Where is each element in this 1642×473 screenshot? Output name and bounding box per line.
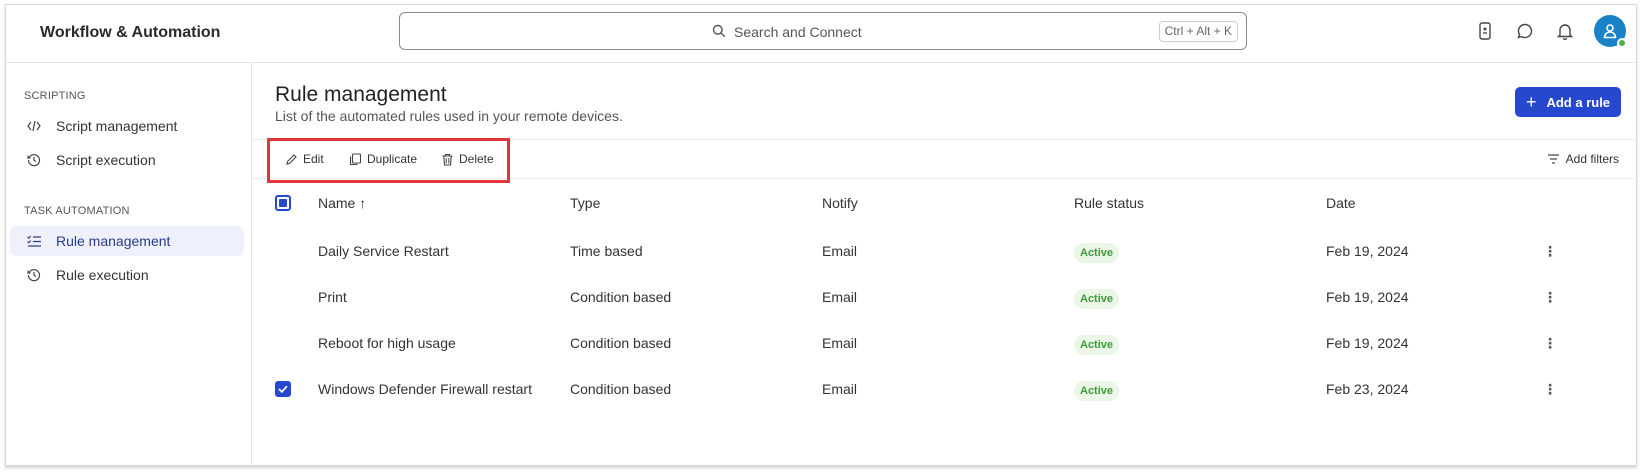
edit-label: Edit — [303, 152, 324, 166]
sidebar-item-rule-execution[interactable]: Rule execution — [10, 260, 244, 290]
delete-label: Delete — [459, 152, 494, 166]
chat-icon[interactable] — [1514, 20, 1536, 42]
column-header-type[interactable]: Type — [570, 195, 600, 211]
rule-notify: Email — [822, 381, 858, 397]
sidebar-item-rule-management[interactable]: Rule management — [10, 226, 244, 256]
status-column: Active — [1074, 289, 1120, 309]
sidebar-item-script-management[interactable]: Script management — [10, 111, 244, 141]
trash-icon — [441, 153, 454, 166]
search-shortcut: Ctrl + Alt + K — [1158, 21, 1238, 42]
row-more-icon[interactable]: ⋮ — [1543, 335, 1557, 351]
duplicate-label: Duplicate — [367, 152, 418, 166]
rule-name: Daily Service Restart — [318, 243, 449, 259]
status-badge: Active — [1074, 335, 1120, 355]
add-filters-button[interactable]: Add filters — [1547, 152, 1619, 166]
device-icon[interactable] — [1474, 20, 1496, 42]
app-window: Workflow & Automation Search and Connect… — [5, 4, 1637, 466]
sidebar-item-label: Script management — [56, 118, 178, 134]
online-status-dot — [1617, 38, 1627, 48]
status-column: Active — [1074, 335, 1120, 355]
row-more-icon[interactable]: ⋮ — [1543, 243, 1557, 259]
top-bar: Workflow & Automation Search and Connect… — [6, 5, 1636, 63]
filter-icon — [1547, 153, 1560, 166]
status-column: Active — [1074, 381, 1120, 401]
status-badge: Active — [1074, 289, 1120, 309]
copy-icon — [349, 152, 362, 166]
history-icon — [26, 152, 42, 168]
table-header: Name ↑ Type Notify Rule status Date — [253, 195, 1637, 219]
header-actions — [1456, 15, 1627, 48]
column-header-status[interactable]: Rule status — [1074, 195, 1144, 211]
table-row[interactable]: Reboot for high usage Condition based Em… — [253, 321, 1637, 367]
rule-type: Condition based — [570, 381, 672, 397]
column-header-name[interactable]: Name ↑ — [318, 195, 366, 211]
row-more-icon[interactable]: ⋮ — [1543, 289, 1557, 305]
plus-icon: + — [1525, 92, 1537, 112]
duplicate-button[interactable]: Duplicate — [349, 152, 417, 166]
sidebar-item-label: Script execution — [56, 152, 156, 168]
checkbox-indeterminate — [275, 195, 291, 211]
status-badge: Active — [1074, 243, 1120, 263]
rule-date: Feb 19, 2024 — [1326, 289, 1409, 305]
rule-date: Feb 23, 2024 — [1326, 381, 1409, 397]
rule-date: Feb 19, 2024 — [1326, 335, 1409, 351]
add-filters-label: Add filters — [1565, 152, 1619, 166]
column-header-notify[interactable]: Notify — [822, 195, 858, 211]
row-more-icon[interactable]: ⋮ — [1543, 381, 1557, 397]
app-title: Workflow & Automation — [40, 24, 221, 41]
sidebar: SCRIPTING Script management Script execu… — [6, 63, 252, 466]
rule-type: Time based — [570, 243, 643, 259]
rule-type: Condition based — [570, 335, 672, 351]
table-row[interactable]: Windows Defender Firewall restart Condit… — [253, 367, 1637, 413]
add-rule-label: Add a rule — [1546, 94, 1611, 110]
rule-name: Reboot for high usage — [318, 335, 456, 351]
bell-icon[interactable] — [1554, 20, 1576, 42]
rule-notify: Email — [822, 335, 858, 351]
rule-notify: Email — [822, 289, 858, 305]
rule-type: Condition based — [570, 289, 672, 305]
page-title: Rule management — [275, 83, 447, 106]
search-icon — [712, 24, 726, 38]
user-avatar-icon[interactable] — [1594, 15, 1627, 48]
search-bar[interactable]: Search and Connect Ctrl + Alt + K — [399, 12, 1247, 50]
page-subtitle: List of the automated rules used in your… — [275, 108, 623, 124]
pencil-icon — [285, 153, 298, 166]
row-checkbox[interactable] — [275, 381, 291, 397]
sidebar-item-label: Rule execution — [56, 267, 149, 283]
sidebar-item-script-execution[interactable]: Script execution — [10, 145, 244, 175]
add-rule-button[interactable]: + Add a rule — [1515, 87, 1621, 117]
select-all-checkbox[interactable] — [275, 195, 291, 211]
status-badge: Active — [1074, 381, 1120, 401]
edit-button[interactable]: Edit — [285, 152, 324, 166]
table-toolbar: Edit Duplicate Delete Add filters — [253, 138, 1637, 183]
rule-notify: Email — [822, 243, 858, 259]
main-content: Rule management List of the automated ru… — [253, 63, 1637, 466]
checkbox-checked — [275, 381, 291, 397]
rule-date: Feb 19, 2024 — [1326, 243, 1409, 259]
search-placeholder: Search and Connect — [734, 24, 862, 40]
rule-name: Print — [318, 289, 347, 305]
rule-name: Windows Defender Firewall restart — [318, 381, 532, 397]
sidebar-section-task-automation: TASK AUTOMATION — [24, 205, 130, 217]
delete-button[interactable]: Delete — [441, 152, 494, 166]
sidebar-section-scripting: SCRIPTING — [24, 90, 86, 102]
table-row[interactable]: Print Condition based Email Active Feb 1… — [253, 275, 1637, 321]
table-row[interactable]: Daily Service Restart Time based Email A… — [253, 229, 1637, 275]
code-icon — [26, 118, 42, 134]
checklist-icon — [26, 233, 42, 249]
sidebar-item-label: Rule management — [56, 233, 171, 249]
check-icon — [278, 385, 288, 393]
column-header-date[interactable]: Date — [1326, 195, 1356, 211]
status-column: Active — [1074, 243, 1120, 263]
history-icon — [26, 267, 42, 283]
